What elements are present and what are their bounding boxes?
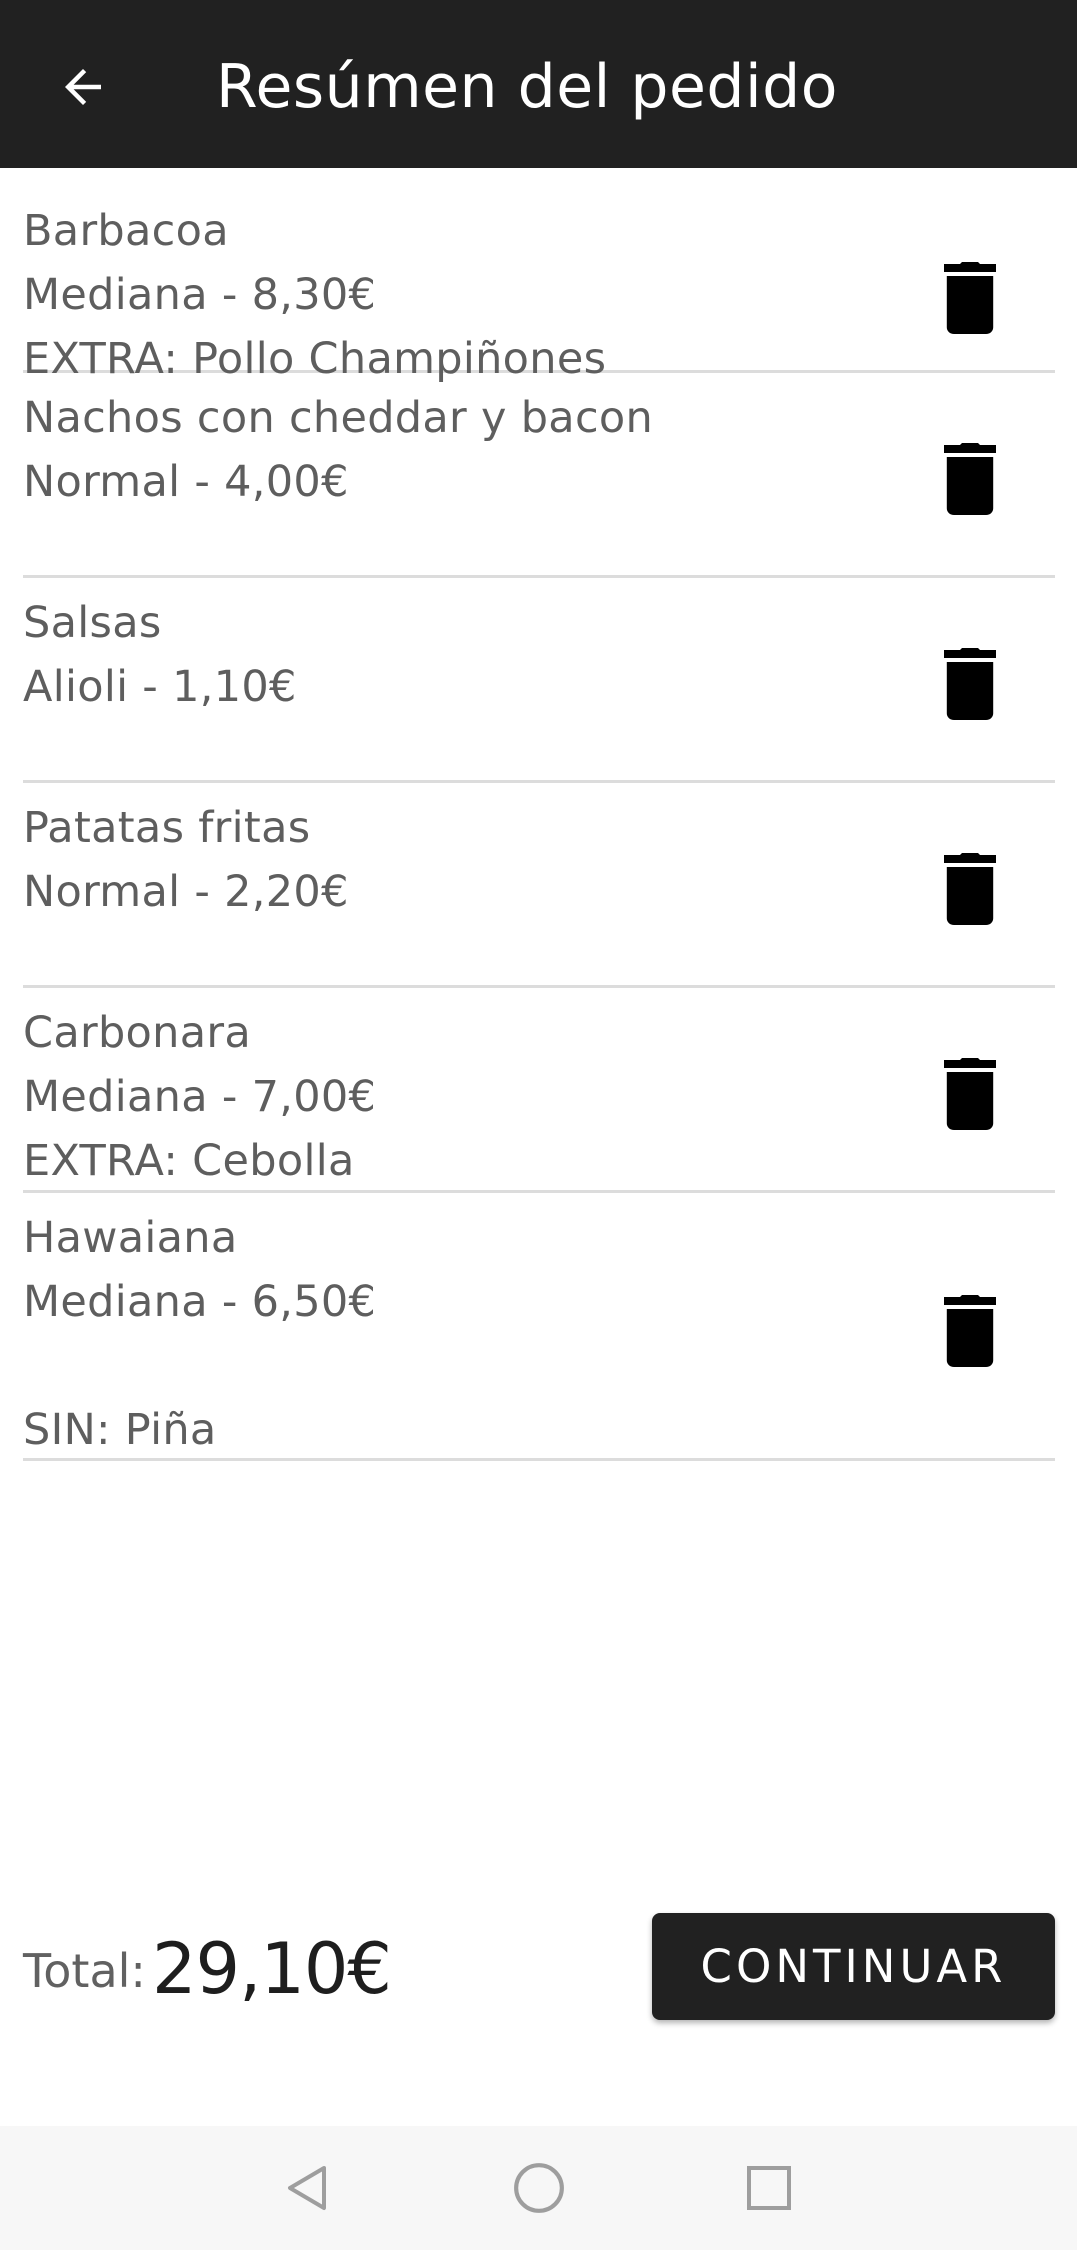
order-item: Patatas fritas Normal - 2,20€: [23, 783, 1055, 988]
order-item: Nachos con cheddar y bacon Normal - 4,00…: [23, 373, 1055, 578]
circle-home-icon: [514, 2163, 564, 2213]
continue-button[interactable]: CONTINUAR: [652, 1913, 1055, 2020]
order-item: Salsas Alioli - 1,10€: [23, 578, 1055, 783]
item-detail: Normal - 4,00€: [23, 457, 349, 507]
item-name: Hawaiana: [23, 1213, 238, 1263]
arrow-back-icon: [65, 69, 101, 105]
item-name: Barbacoa: [23, 206, 229, 256]
item-name: Nachos con cheddar y bacon: [23, 393, 654, 443]
item-name: Carbonara: [23, 1008, 251, 1058]
item-detail: Mediana - 8,30€: [23, 270, 377, 320]
item-note: SIN: Piña: [23, 1405, 217, 1455]
app-bar: Resúmen del pedido: [0, 0, 1077, 168]
item-name: Patatas fritas: [23, 803, 311, 853]
item-detail: Alioli - 1,10€: [23, 662, 297, 712]
trash-icon[interactable]: [942, 262, 998, 334]
trash-icon[interactable]: [942, 443, 998, 515]
triangle-back-icon: [288, 2166, 326, 2210]
order-summary-list: Barbacoa Mediana - 8,30€ EXTRA: Pollo Ch…: [23, 168, 1055, 1461]
trash-icon[interactable]: [942, 1058, 998, 1130]
item-detail: Normal - 2,20€: [23, 867, 349, 917]
system-nav-bar: [0, 2126, 1077, 2250]
item-detail: Mediana - 6,50€: [23, 1277, 377, 1327]
trash-icon[interactable]: [942, 648, 998, 720]
trash-icon[interactable]: [942, 853, 998, 925]
nav-back-button[interactable]: [278, 2158, 338, 2218]
item-name: Salsas: [23, 598, 162, 648]
trash-icon[interactable]: [942, 1295, 998, 1367]
item-extra: EXTRA: Cebolla: [23, 1136, 355, 1186]
order-item: Barbacoa Mediana - 8,30€ EXTRA: Pollo Ch…: [23, 168, 1055, 384]
page-title: Resúmen del pedido: [216, 52, 838, 122]
back-button[interactable]: [40, 44, 126, 130]
order-item: Carbonara Mediana - 7,00€ EXTRA: Cebolla: [23, 988, 1055, 1193]
total-label: Total:: [23, 1944, 146, 1998]
total-value: 29,10€: [152, 1928, 392, 2010]
square-recents-icon: [747, 2166, 791, 2210]
item-detail: Mediana - 7,00€: [23, 1072, 377, 1122]
nav-home-button[interactable]: [509, 2158, 569, 2218]
nav-recents-button[interactable]: [739, 2158, 799, 2218]
order-item: Hawaiana Mediana - 6,50€ SIN: Piña: [23, 1193, 1055, 1461]
